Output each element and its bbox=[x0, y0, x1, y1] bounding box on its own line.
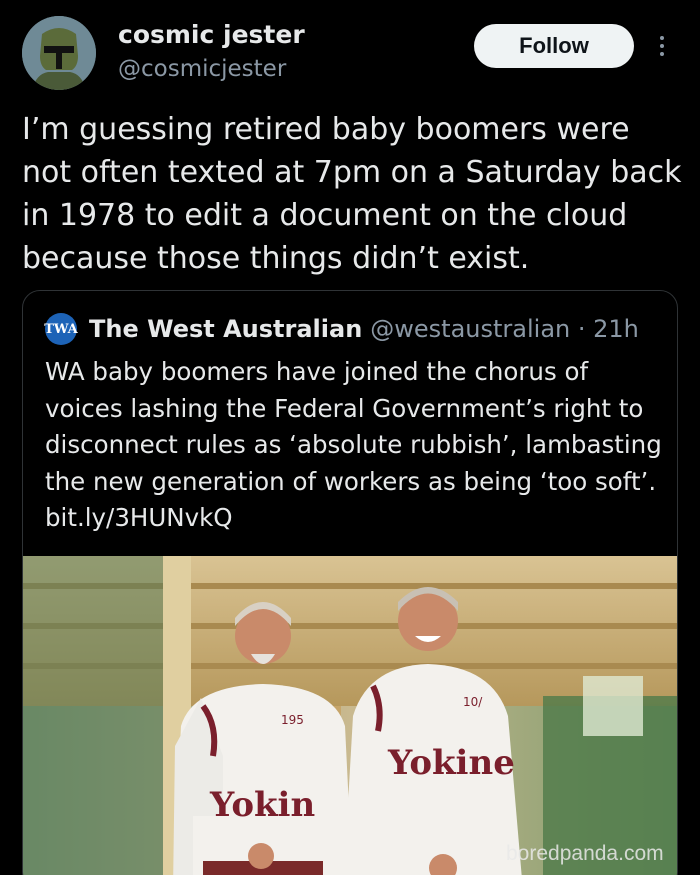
quoted-avatar[interactable]: TWA bbox=[44, 313, 78, 345]
shirt-small-right: 10/ bbox=[463, 695, 483, 709]
shirt-small-left: 195 bbox=[281, 713, 304, 727]
follow-button[interactable]: Follow bbox=[474, 24, 634, 68]
quoted-tweet-photo[interactable]: Yokin 195 Yokine 10/ bbox=[23, 556, 677, 875]
tweet-text: I’m guessing retired baby boomers were n… bbox=[22, 112, 682, 276]
more-options-icon[interactable] bbox=[650, 24, 674, 68]
quoted-tweet-text: WA baby boomers have joined the chorus o… bbox=[45, 357, 662, 532]
quoted-author-name[interactable]: The West Australian bbox=[89, 315, 362, 343]
quoted-author-handle-time: @westaustralian · 21h bbox=[370, 315, 639, 343]
quoted-tweet-header: TWA The West Australian @westaustralian … bbox=[44, 311, 639, 347]
author-name[interactable]: cosmic jester bbox=[118, 20, 305, 49]
quoted-tweet[interactable]: TWA The West Australian @westaustralian … bbox=[22, 290, 678, 875]
shirt-text-left: Yokin bbox=[209, 785, 315, 825]
avatar[interactable] bbox=[22, 16, 96, 90]
watermark: boredpanda.com bbox=[506, 842, 664, 865]
author-handle[interactable]: @cosmicjester bbox=[118, 56, 286, 82]
shirt-text-right: Yokine bbox=[387, 743, 515, 783]
tweet-header: cosmic jester @cosmicjester Follow bbox=[22, 16, 682, 96]
